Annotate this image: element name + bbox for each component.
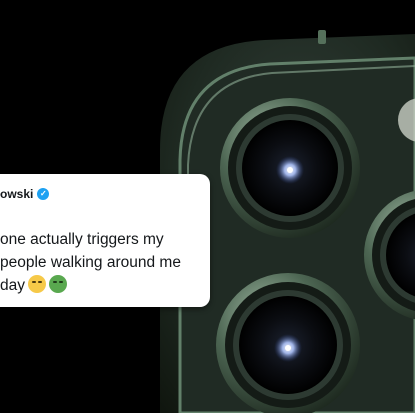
tweet-line-3: day xyxy=(0,274,210,297)
relieved-face-emoji xyxy=(28,275,46,293)
tweet-line-3-text: day xyxy=(0,277,25,294)
tweet-line-2: people walking around me xyxy=(0,254,181,271)
nauseated-face-emoji xyxy=(49,275,67,293)
tweet-text: one actually triggers my people walking … xyxy=(0,228,210,297)
camera-lens-top xyxy=(220,98,360,238)
tweet-line-1: one actually triggers my xyxy=(0,231,164,248)
tweet-author: owski ✓ xyxy=(0,187,50,201)
tweet-card: owski ✓ one actually triggers my people … xyxy=(0,174,210,307)
verified-badge-icon: ✓ xyxy=(37,188,50,200)
tweet-author-name: owski xyxy=(0,187,34,201)
camera-lens-bottom xyxy=(216,273,360,413)
